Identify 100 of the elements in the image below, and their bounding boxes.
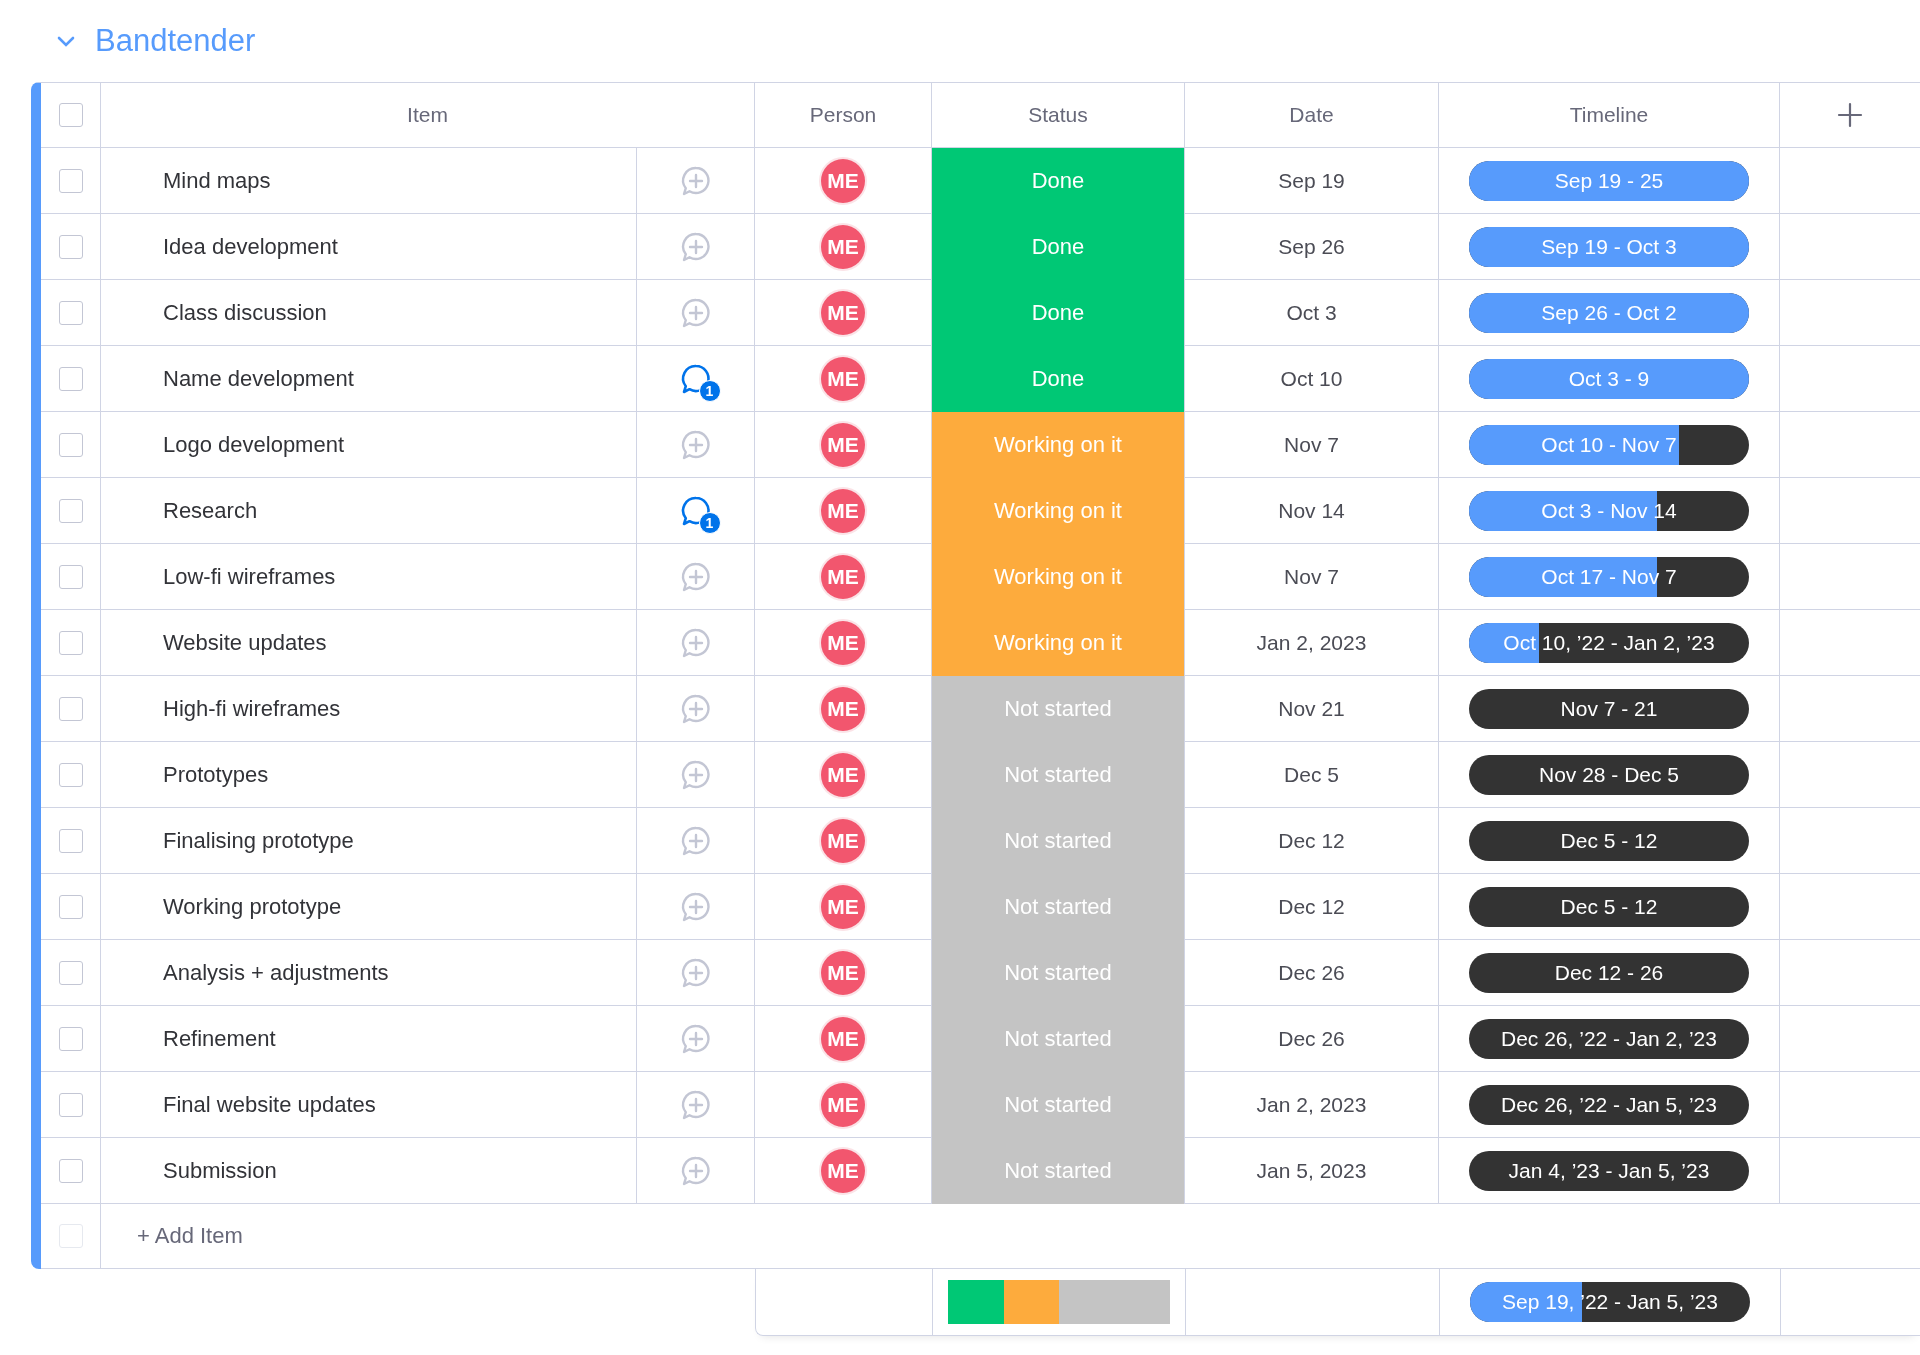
item-name[interactable]: Idea development bbox=[101, 233, 338, 260]
timeline-bar[interactable]: Dec 5 - 12 bbox=[1469, 820, 1749, 861]
timeline-bar[interactable]: Nov 28 - Dec 5 bbox=[1469, 754, 1749, 795]
item-name[interactable]: Mind maps bbox=[101, 167, 271, 194]
person-avatar[interactable]: ME bbox=[821, 1016, 865, 1061]
column-header[interactable]: Status bbox=[1028, 103, 1088, 127]
date-cell: Nov 7 bbox=[1284, 432, 1339, 457]
status-label[interactable]: Not started bbox=[932, 874, 1185, 940]
person-avatar[interactable]: ME bbox=[821, 1082, 865, 1127]
row-checkbox[interactable] bbox=[58, 762, 83, 787]
person-avatar[interactable]: ME bbox=[821, 422, 865, 467]
status-label[interactable]: Done bbox=[932, 148, 1185, 214]
person-avatar[interactable]: ME bbox=[821, 1148, 865, 1193]
date-cell: Dec 26 bbox=[1278, 960, 1345, 985]
person-avatar[interactable]: ME bbox=[821, 752, 865, 797]
date-cell: Oct 3 bbox=[1286, 300, 1337, 325]
timeline-bar[interactable]: Nov 7 - 21 bbox=[1469, 688, 1749, 729]
status-label[interactable]: Done bbox=[932, 280, 1185, 346]
status-label[interactable]: Working on it bbox=[932, 610, 1185, 676]
timeline-bar[interactable]: Oct 3 - 9 bbox=[1469, 358, 1749, 399]
date-cell: Dec 26 bbox=[1278, 1026, 1345, 1051]
person-avatar[interactable]: ME bbox=[821, 224, 865, 269]
timeline-bar[interactable]: Oct 10 - Nov 7 bbox=[1469, 424, 1749, 465]
timeline-label: Dec 26, ’22 - Jan 2, ’23 bbox=[1501, 1026, 1717, 1051]
timeline-label: Dec 5 - 12 bbox=[1560, 828, 1658, 853]
row-checkbox[interactable] bbox=[58, 696, 83, 721]
item-name[interactable]: Refinement bbox=[101, 1025, 276, 1052]
timeline-label: Sep 19 - 25 bbox=[1554, 168, 1664, 193]
row-checkbox[interactable] bbox=[58, 498, 83, 523]
person-avatar[interactable]: ME bbox=[821, 686, 865, 731]
item-name[interactable]: High-fi wireframes bbox=[101, 695, 341, 722]
timeline-label: Sep 19 - Oct 3 bbox=[1541, 234, 1677, 259]
row-checkbox[interactable] bbox=[58, 828, 83, 853]
item-name[interactable]: Research bbox=[101, 497, 258, 524]
status-label[interactable]: Done bbox=[932, 346, 1185, 412]
person-avatar[interactable]: ME bbox=[821, 950, 865, 995]
timeline-label: Dec 12 - 26 bbox=[1554, 960, 1664, 985]
item-name[interactable]: Logo development bbox=[101, 431, 345, 458]
date-cell: Nov 14 bbox=[1278, 498, 1345, 523]
row-checkbox[interactable] bbox=[58, 564, 83, 589]
status-label[interactable]: Working on it bbox=[932, 544, 1185, 610]
row-checkbox[interactable] bbox=[58, 168, 83, 193]
person-avatar[interactable]: ME bbox=[821, 818, 865, 863]
row-checkbox[interactable] bbox=[58, 432, 83, 457]
timeline-bar[interactable]: Sep 19 - 25 bbox=[1469, 160, 1749, 201]
item-name[interactable]: Class discussion bbox=[101, 299, 327, 326]
status-label[interactable]: Done bbox=[932, 214, 1185, 280]
person-avatar[interactable]: ME bbox=[821, 158, 865, 203]
timeline-bar[interactable]: Sep 19 - Oct 3 bbox=[1469, 226, 1749, 267]
status-label[interactable]: Working on it bbox=[932, 478, 1185, 544]
row-checkbox[interactable] bbox=[58, 1092, 83, 1117]
column-header[interactable]: Item bbox=[407, 103, 448, 127]
item-name[interactable]: Finalising prototype bbox=[101, 827, 354, 854]
row-checkbox[interactable] bbox=[58, 630, 83, 655]
person-avatar[interactable]: ME bbox=[821, 290, 865, 335]
timeline-label: Oct 3 - 9 bbox=[1568, 366, 1650, 391]
add-column-icon[interactable] bbox=[1837, 102, 1863, 128]
row-checkbox[interactable] bbox=[58, 234, 83, 259]
item-name[interactable]: Website updates bbox=[101, 629, 327, 656]
row-checkbox[interactable] bbox=[58, 366, 83, 391]
status-label[interactable]: Not started bbox=[932, 1006, 1185, 1072]
timeline-label: Nov 7 - 21 bbox=[1560, 696, 1658, 721]
status-label[interactable]: Working on it bbox=[932, 412, 1185, 478]
column-header[interactable]: Person bbox=[809, 103, 877, 127]
column-header[interactable]: Timeline bbox=[1569, 103, 1649, 127]
status-label[interactable]: Not started bbox=[932, 676, 1185, 742]
row-checkbox[interactable] bbox=[58, 300, 83, 325]
item-name[interactable]: Low-fi wireframes bbox=[101, 563, 336, 590]
status-label[interactable]: Not started bbox=[932, 1138, 1185, 1204]
status-label[interactable]: Not started bbox=[932, 742, 1185, 808]
status-label[interactable]: Not started bbox=[932, 1072, 1185, 1138]
item-name[interactable]: Prototypes bbox=[101, 761, 269, 788]
date-cell: Jan 5, 2023 bbox=[1256, 1158, 1367, 1183]
select-all-checkbox[interactable] bbox=[58, 103, 83, 127]
timeline-bar[interactable]: Sep 26 - Oct 2 bbox=[1469, 292, 1749, 333]
person-avatar[interactable]: ME bbox=[821, 488, 865, 533]
timeline-bar[interactable]: Dec 5 - 12 bbox=[1469, 886, 1749, 927]
timeline-bar[interactable]: Dec 26, ’22 - Jan 2, ’23 bbox=[1469, 1018, 1749, 1059]
row-checkbox[interactable] bbox=[58, 1026, 83, 1051]
status-label[interactable]: Not started bbox=[932, 808, 1185, 874]
person-avatar[interactable]: ME bbox=[821, 620, 865, 665]
timeline-bar[interactable]: Dec 12 - 26 bbox=[1469, 952, 1749, 993]
add-item-link[interactable]: + Add Item bbox=[101, 1223, 243, 1249]
person-avatar[interactable]: ME bbox=[821, 356, 865, 401]
row-checkbox[interactable] bbox=[58, 960, 83, 985]
item-name[interactable]: Working prototype bbox=[101, 893, 342, 920]
column-header[interactable]: Date bbox=[1289, 103, 1334, 127]
timeline-bar[interactable]: Dec 26, ’22 - Jan 5, ’23 bbox=[1469, 1084, 1749, 1125]
item-name[interactable]: Final website updates bbox=[101, 1091, 376, 1118]
timeline-bar[interactable]: Jan 4, ’23 - Jan 5, ’23 bbox=[1469, 1150, 1749, 1191]
person-avatar[interactable]: ME bbox=[821, 884, 865, 929]
timeline-bar[interactable]: Oct 10, ’22 - Jan 2, ’23 bbox=[1469, 622, 1749, 663]
row-checkbox[interactable] bbox=[58, 894, 83, 919]
item-name[interactable]: Submission bbox=[101, 1157, 277, 1184]
item-name[interactable]: Analysis + adjustments bbox=[101, 959, 389, 986]
date-cell: Sep 26 bbox=[1278, 234, 1345, 259]
row-checkbox[interactable] bbox=[58, 1158, 83, 1183]
status-label[interactable]: Not started bbox=[932, 940, 1185, 1006]
item-name[interactable]: Name development bbox=[101, 365, 354, 392]
person-avatar[interactable]: ME bbox=[821, 554, 865, 599]
